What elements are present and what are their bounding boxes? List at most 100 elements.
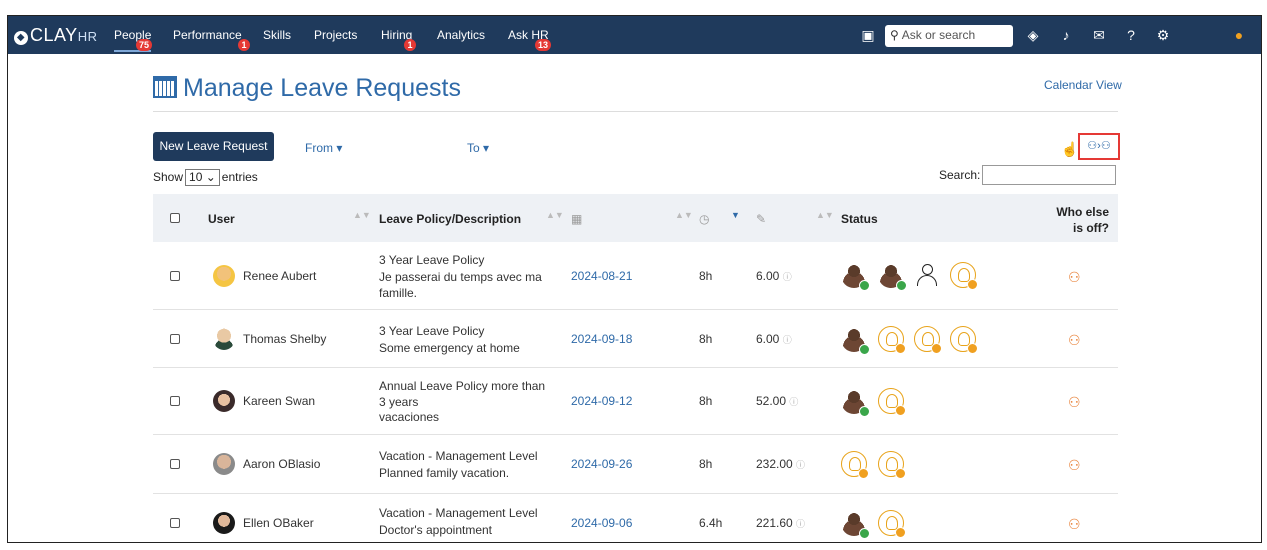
layers-icon[interactable]: ◈ bbox=[1025, 27, 1041, 43]
row-checkbox[interactable] bbox=[170, 334, 180, 344]
row-checkbox[interactable] bbox=[170, 271, 180, 281]
leave-balance: 232.00 ⓘ bbox=[756, 457, 805, 471]
new-leave-request-button[interactable]: New Leave Request bbox=[153, 132, 274, 161]
help-icon[interactable]: ? bbox=[1123, 27, 1139, 43]
from-filter-label: From bbox=[305, 141, 333, 155]
info-icon[interactable]: ⓘ bbox=[796, 460, 805, 470]
from-filter-dropdown[interactable]: From ▾ bbox=[305, 141, 342, 155]
leave-hours: 6.4h bbox=[699, 516, 723, 530]
sort-hours-icon[interactable]: ▼ bbox=[731, 210, 740, 220]
bell-icon[interactable]: ♪ bbox=[1058, 27, 1074, 43]
leave-description: Doctor's appointment bbox=[379, 523, 493, 537]
avatar bbox=[213, 512, 235, 534]
approver-avatar[interactable] bbox=[950, 262, 978, 290]
date-column-icon[interactable]: ▦ bbox=[571, 212, 582, 226]
leave-balance-value: 6.00 bbox=[756, 269, 780, 283]
pending-icon bbox=[895, 468, 906, 479]
delegate-view-icon[interactable]: ⚇›⚇ bbox=[1078, 133, 1120, 160]
pending-icon bbox=[967, 343, 978, 354]
logo-suffix: HR bbox=[77, 29, 98, 44]
user-name[interactable]: Thomas Shelby bbox=[243, 332, 326, 346]
leave-description: Je passerai du temps avec ma famille. bbox=[379, 270, 542, 300]
pending-icon bbox=[895, 527, 906, 538]
approver-avatar[interactable] bbox=[878, 510, 906, 538]
select-all-checkbox[interactable] bbox=[170, 213, 180, 223]
row-checkbox[interactable] bbox=[170, 396, 180, 406]
row-checkbox[interactable] bbox=[170, 518, 180, 528]
info-icon[interactable]: ⓘ bbox=[783, 335, 792, 345]
who-else-off-icon[interactable]: ⚇ bbox=[1068, 269, 1081, 286]
info-icon[interactable]: ⓘ bbox=[796, 519, 805, 529]
leave-balance-value: 232.00 bbox=[756, 457, 793, 471]
approver-avatar[interactable] bbox=[914, 262, 940, 288]
logo-text: CLAY bbox=[30, 25, 78, 45]
nav-skills[interactable]: Skills bbox=[263, 28, 291, 42]
leave-policy: 3 Year Leave Policy bbox=[379, 253, 485, 267]
approver-avatar[interactable] bbox=[950, 326, 978, 354]
sort-date-icon[interactable]: ▲▼ bbox=[675, 210, 693, 220]
settings-icon[interactable]: ⚙ bbox=[1155, 27, 1171, 43]
col-leave-policy[interactable]: Leave Policy/Description bbox=[379, 212, 521, 226]
leave-hours: 8h bbox=[699, 457, 713, 471]
who-else-off-icon[interactable]: ⚇ bbox=[1068, 394, 1081, 411]
approved-icon bbox=[859, 280, 870, 291]
leave-policy: Vacation - Management Level bbox=[379, 449, 538, 463]
to-filter-dropdown[interactable]: To ▾ bbox=[467, 141, 489, 155]
approver-avatar[interactable] bbox=[914, 326, 942, 354]
user-name[interactable]: Renee Aubert bbox=[243, 269, 316, 283]
bulk-action-icon[interactable]: ☝ bbox=[1061, 141, 1078, 158]
leave-balance: 52.00 ⓘ bbox=[756, 394, 798, 408]
mail-icon[interactable]: ✉ bbox=[1091, 27, 1107, 43]
sort-policy-icon[interactable]: ▲▼ bbox=[546, 210, 564, 220]
user-name[interactable]: Ellen OBaker bbox=[243, 516, 314, 530]
approver-avatar[interactable] bbox=[841, 326, 870, 355]
clayhr-logo[interactable]: ◆ CLAYHR bbox=[14, 25, 97, 46]
info-icon[interactable]: ⓘ bbox=[783, 272, 792, 282]
approver-avatar[interactable] bbox=[878, 388, 906, 416]
approver-avatar[interactable] bbox=[878, 262, 907, 291]
user-name[interactable]: Kareen Swan bbox=[243, 394, 315, 408]
balance-column-icon[interactable]: ✎ bbox=[756, 212, 766, 226]
sort-user-icon[interactable]: ▲▼ bbox=[353, 210, 371, 220]
hours-column-icon[interactable]: ◷ bbox=[699, 212, 709, 226]
leave-policy: 3 Year Leave Policy bbox=[379, 324, 485, 338]
nav-projects[interactable]: Projects bbox=[314, 28, 357, 42]
pending-icon bbox=[895, 343, 906, 354]
leave-date[interactable]: 2024-09-06 bbox=[571, 516, 632, 530]
app-window: ◆ CLAYHR People 75 Performance 1 Skills P… bbox=[7, 15, 1262, 543]
col-status[interactable]: Status bbox=[841, 212, 878, 226]
global-search-placeholder: Ask or search bbox=[901, 28, 976, 42]
global-search-input[interactable]: ⚲ Ask or search bbox=[885, 25, 1013, 47]
table-search-input[interactable] bbox=[982, 165, 1116, 185]
leave-date[interactable]: 2024-09-18 bbox=[571, 332, 632, 346]
leave-date[interactable]: 2024-09-26 bbox=[571, 457, 632, 471]
who-else-off-icon[interactable]: ⚇ bbox=[1068, 332, 1081, 349]
approver-avatar[interactable] bbox=[878, 451, 906, 479]
entries-select[interactable]: 10 ⌄ bbox=[185, 169, 220, 186]
sort-balance-icon[interactable]: ▲▼ bbox=[816, 210, 834, 220]
leave-date[interactable]: 2024-09-12 bbox=[571, 394, 632, 408]
leave-description: vacaciones bbox=[379, 410, 440, 424]
row-checkbox[interactable] bbox=[170, 459, 180, 469]
inbox-icon[interactable]: ▣ bbox=[860, 27, 876, 43]
nav-analytics[interactable]: Analytics bbox=[437, 28, 485, 42]
leave-date[interactable]: 2024-08-21 bbox=[571, 269, 632, 283]
leave-policy: Annual Leave Policy more than 3 years bbox=[379, 379, 546, 409]
approver-avatar[interactable] bbox=[841, 388, 870, 417]
user-avatar-icon[interactable]: ● bbox=[1231, 27, 1247, 43]
info-icon[interactable]: ⓘ bbox=[789, 397, 798, 407]
approver-avatar[interactable] bbox=[878, 326, 906, 354]
avatar bbox=[213, 328, 235, 350]
user-name[interactable]: Aaron OBlasio bbox=[243, 457, 320, 471]
approver-avatar[interactable] bbox=[841, 451, 869, 479]
col-user[interactable]: User bbox=[208, 212, 235, 226]
nav-performance[interactable]: Performance bbox=[173, 28, 242, 42]
table-row: Thomas Shelby 3 Year Leave Policy Some e… bbox=[153, 310, 1118, 368]
approver-avatar[interactable] bbox=[841, 510, 870, 539]
show-label: Show bbox=[153, 170, 184, 184]
who-else-off-icon[interactable]: ⚇ bbox=[1068, 516, 1081, 533]
page-title-text: Manage Leave Requests bbox=[183, 74, 461, 102]
calendar-view-link[interactable]: Calendar View bbox=[1044, 78, 1122, 92]
who-else-off-icon[interactable]: ⚇ bbox=[1068, 457, 1081, 474]
approver-avatar[interactable] bbox=[841, 262, 870, 291]
